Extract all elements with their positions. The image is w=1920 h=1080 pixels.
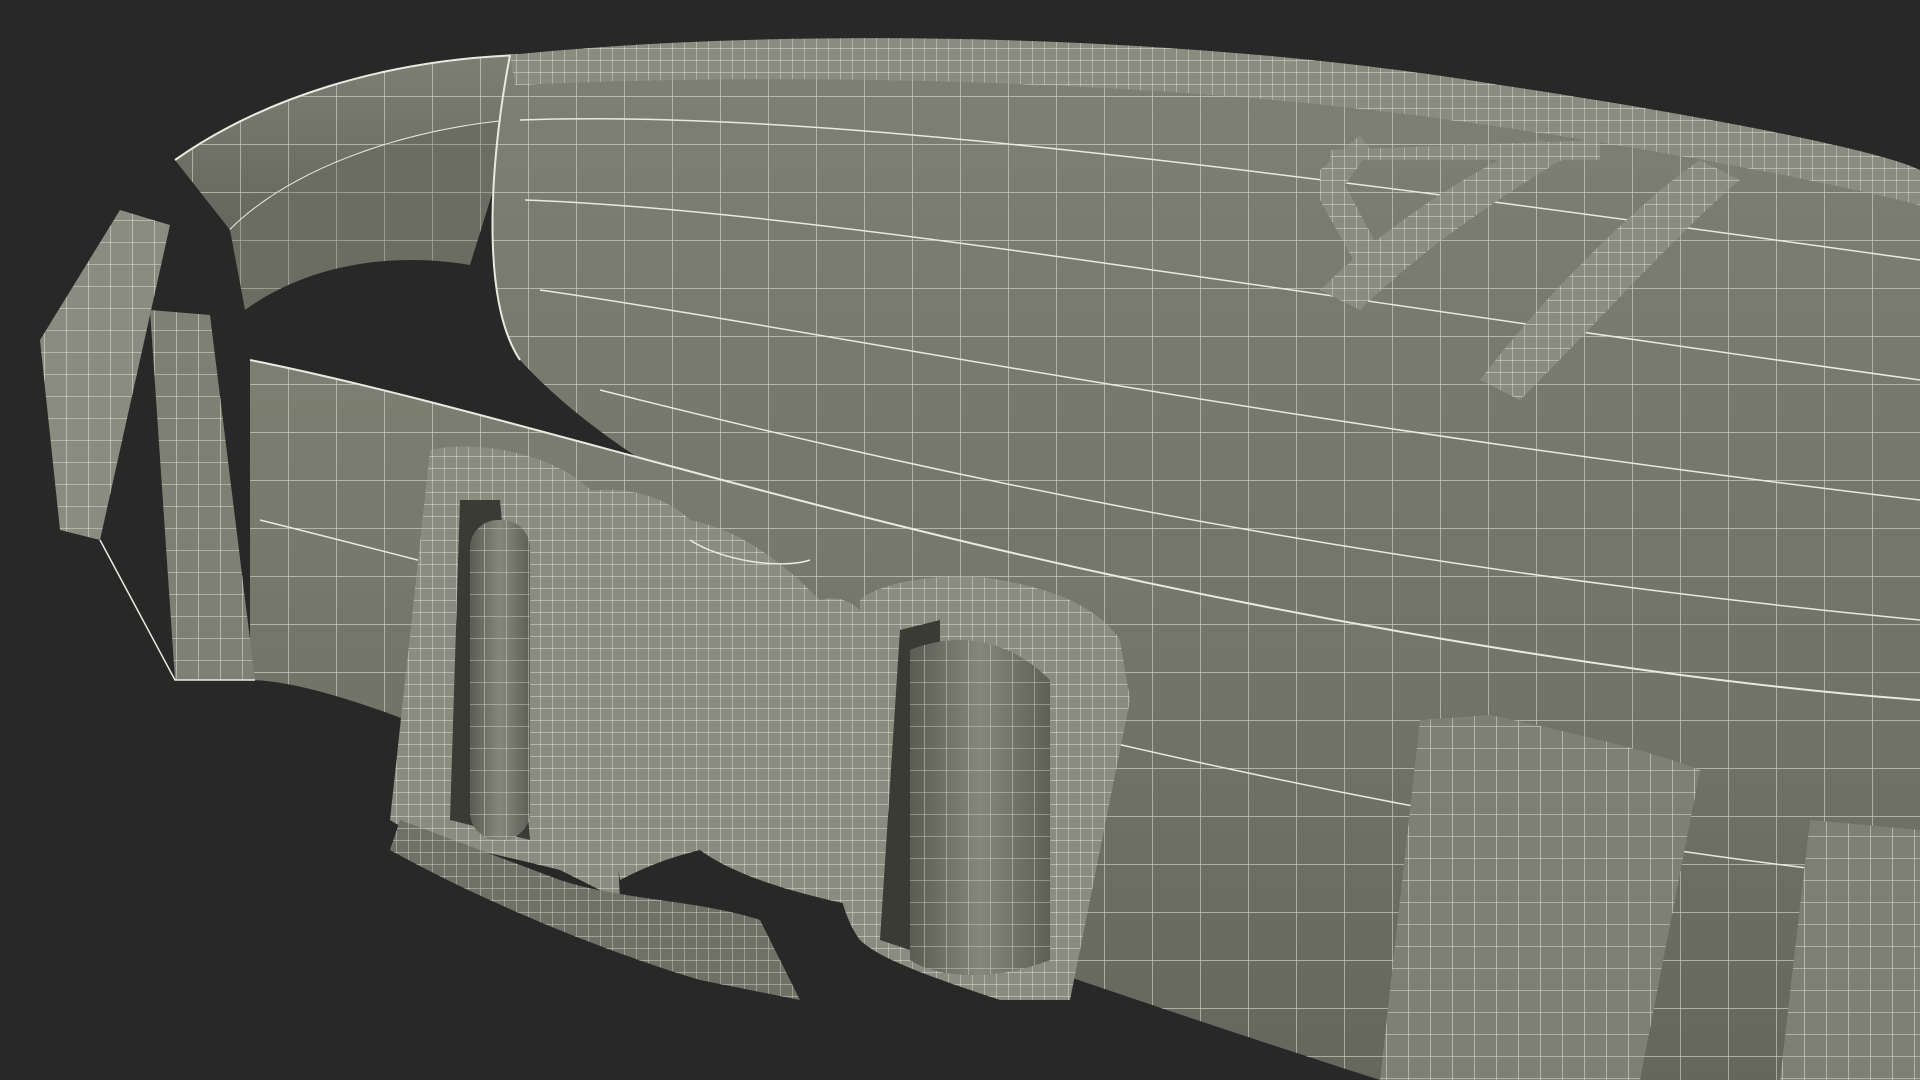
render-viewport [0,0,1920,1080]
wireframe-render [0,0,1920,1080]
